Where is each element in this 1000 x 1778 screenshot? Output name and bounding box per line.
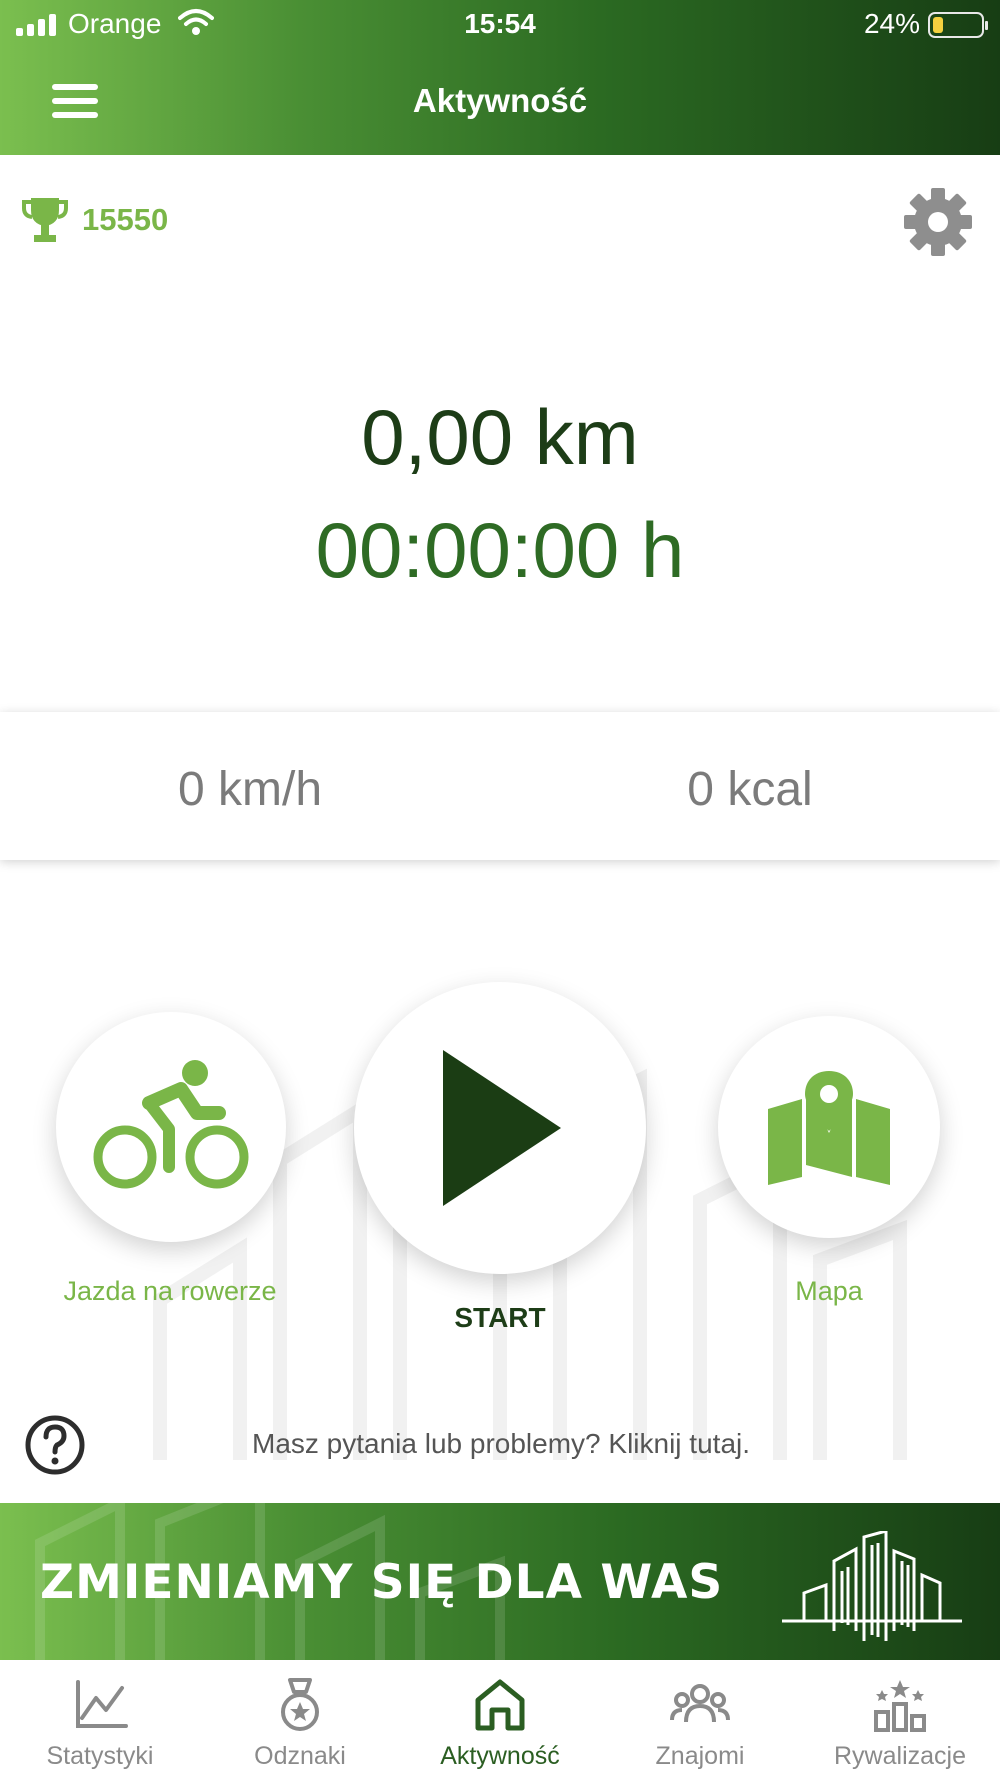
distance-readout: 0,00 km: [361, 393, 639, 481]
page-title: Aktywność: [412, 82, 588, 119]
tab-aktywnosc[interactable]: Aktywność: [400, 1660, 600, 1778]
map-label[interactable]: Mapa: [729, 1276, 929, 1307]
duration-readout: 00:00:00 h: [315, 506, 685, 594]
tab-rywalizacje[interactable]: Rywalizacje: [800, 1660, 1000, 1778]
podium-icon: [874, 1680, 926, 1732]
stats-card: 0 km/h 0 kcal: [0, 712, 1000, 860]
gear-icon[interactable]: [902, 186, 974, 258]
tab-label: Znajomi: [655, 1742, 745, 1770]
banner-headline: ZMIENIAMY SIĘ DLA WAS: [40, 1555, 724, 1610]
play-icon: [443, 1050, 561, 1206]
tab-znajomi[interactable]: Znajomi: [600, 1660, 800, 1778]
battery-percent: 24%: [863, 8, 920, 39]
chart-icon: [76, 1680, 128, 1728]
points-summary: 15550: [22, 196, 168, 244]
friends-icon: [670, 1684, 730, 1723]
medal-icon: [281, 1678, 319, 1731]
tab-label: Statystyki: [46, 1742, 154, 1770]
map-button[interactable]: [718, 1016, 940, 1238]
speed-stat: 0 km/h: [177, 763, 323, 816]
app-header: Orange 15:54 24% Aktywność: [0, 0, 1000, 155]
skyline-icon: [782, 1531, 962, 1641]
start-button[interactable]: [354, 982, 646, 1274]
bicycle-icon: [93, 1060, 249, 1189]
tab-label: Odznaki: [254, 1742, 346, 1770]
bike-activity-label[interactable]: Jazda na rowerze: [20, 1276, 320, 1307]
clock: 15:54: [464, 8, 536, 39]
tab-label: Aktywność: [440, 1742, 560, 1770]
trophy-icon: [22, 198, 68, 242]
home-icon: [475, 1679, 525, 1731]
map-icon: [768, 1071, 890, 1185]
battery-icon: [928, 12, 988, 38]
help-link[interactable]: Masz pytania lub problemy? Kliknij tutaj…: [252, 1428, 750, 1460]
points-count: 15550: [82, 202, 169, 237]
bike-activity-button[interactable]: [56, 1012, 286, 1242]
status-bar: Orange 15:54 24%: [0, 0, 1000, 50]
help-icon[interactable]: [24, 1414, 86, 1476]
tab-label: Rywalizacje: [834, 1742, 966, 1770]
tab-odznaki[interactable]: Odznaki: [200, 1660, 400, 1778]
start-label: START: [454, 1302, 546, 1333]
tab-bar: Statystyki Odznaki Aktywność Znajomi Ryw…: [0, 1660, 1000, 1778]
calories-stat: 0 kcal: [687, 763, 813, 816]
tab-statystyki[interactable]: Statystyki: [0, 1660, 200, 1778]
promo-banner[interactable]: ZMIENIAMY SIĘ DLA WAS: [0, 1503, 1000, 1660]
